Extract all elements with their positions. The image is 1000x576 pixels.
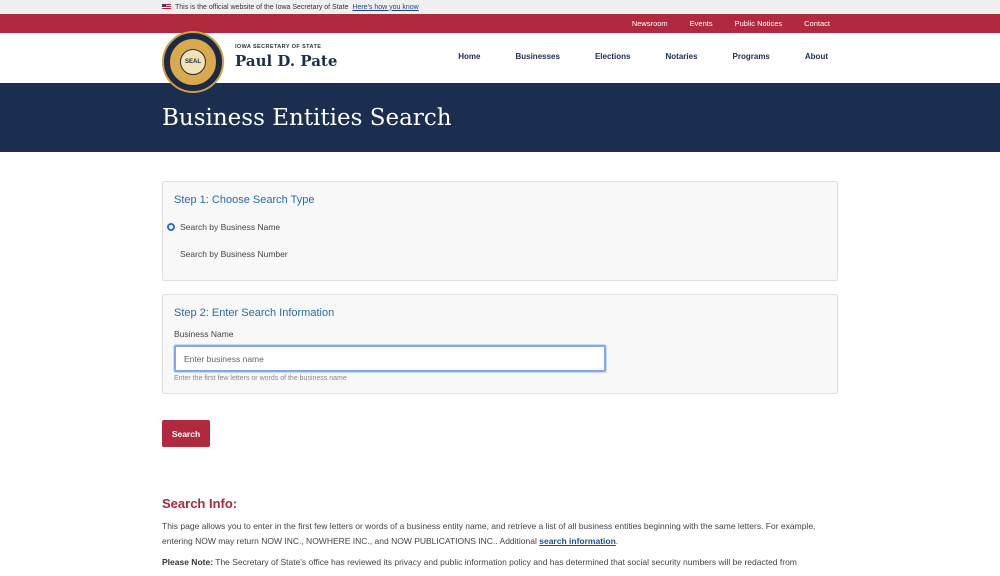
radio-checked-icon[interactable] <box>167 223 175 231</box>
nav-elections[interactable]: Elections <box>595 52 631 61</box>
nav-about[interactable]: About <box>805 52 828 61</box>
search-info-paragraph: This page allows you to enter in the fir… <box>162 519 842 549</box>
heres-how-you-know-link[interactable]: Here's how you know <box>352 4 418 11</box>
step1-panel: Step 1: Choose Search Type Search by Bus… <box>162 181 838 281</box>
business-name-hint: Enter the first few letters or words of … <box>174 375 347 382</box>
brand[interactable]: IOWA SECRETARY OF STATE Paul D. Pate <box>235 44 337 70</box>
site-header: SEAL IOWA SECRETARY OF STATE Paul D. Pat… <box>0 31 1000 93</box>
step2-title: Step 2: Enter Search Information <box>174 307 335 319</box>
main-nav: Home Businesses Elections Notaries Progr… <box>423 52 828 61</box>
page-title: Business Entities Search <box>162 104 452 131</box>
state-seal-logo[interactable]: SEAL <box>162 31 224 93</box>
page-hero: Business Entities Search <box>0 83 1000 152</box>
radio-search-by-name[interactable]: Search by Business Name <box>167 222 280 232</box>
nav-home[interactable]: Home <box>458 52 480 61</box>
search-info-text: This page allows you to enter in the fir… <box>162 521 816 546</box>
official-site-banner: This is the official website of the Iowa… <box>0 0 1000 14</box>
us-flag-icon <box>162 4 171 10</box>
search-information-link[interactable]: search information <box>539 536 616 546</box>
utility-nav-events[interactable]: Events <box>690 19 713 28</box>
search-info-end: . <box>615 536 619 546</box>
seal-ring: SEAL <box>168 37 218 87</box>
search-info-section: Search Info: This page allows you to ent… <box>162 496 842 576</box>
search-button[interactable]: Search <box>162 420 210 447</box>
radio-search-by-number[interactable]: Search by Business Number <box>167 249 288 259</box>
business-name-label: Business Name <box>174 329 234 339</box>
brand-kicker: IOWA SECRETARY OF STATE <box>235 44 322 50</box>
radio-label-name: Search by Business Name <box>180 222 281 232</box>
utility-nav: Newsroom Events Public Notices Contact <box>0 14 1000 33</box>
step1-title: Step 1: Choose Search Type <box>174 194 315 206</box>
search-info-heading: Search Info: <box>162 496 238 511</box>
seal-center: SEAL <box>180 49 206 75</box>
utility-nav-public-notices[interactable]: Public Notices <box>735 19 783 28</box>
nav-notaries[interactable]: Notaries <box>666 52 698 61</box>
please-note-label: Please Note: <box>162 557 214 567</box>
utility-nav-newsroom[interactable]: Newsroom <box>632 19 668 28</box>
business-name-input[interactable] <box>174 345 606 372</box>
radio-label-number: Search by Business Number <box>180 249 288 259</box>
brand-name: Paul D. Pate <box>235 52 338 70</box>
utility-nav-contact[interactable]: Contact <box>804 19 830 28</box>
please-note-text: The Secretary of State's office has revi… <box>215 557 797 567</box>
step2-panel: Step 2: Enter Search Information Busines… <box>162 294 838 394</box>
nav-businesses[interactable]: Businesses <box>515 52 559 61</box>
official-site-text: This is the official website of the Iowa… <box>175 3 349 11</box>
radio-unchecked-icon[interactable] <box>167 250 175 258</box>
nav-programs[interactable]: Programs <box>733 52 770 61</box>
